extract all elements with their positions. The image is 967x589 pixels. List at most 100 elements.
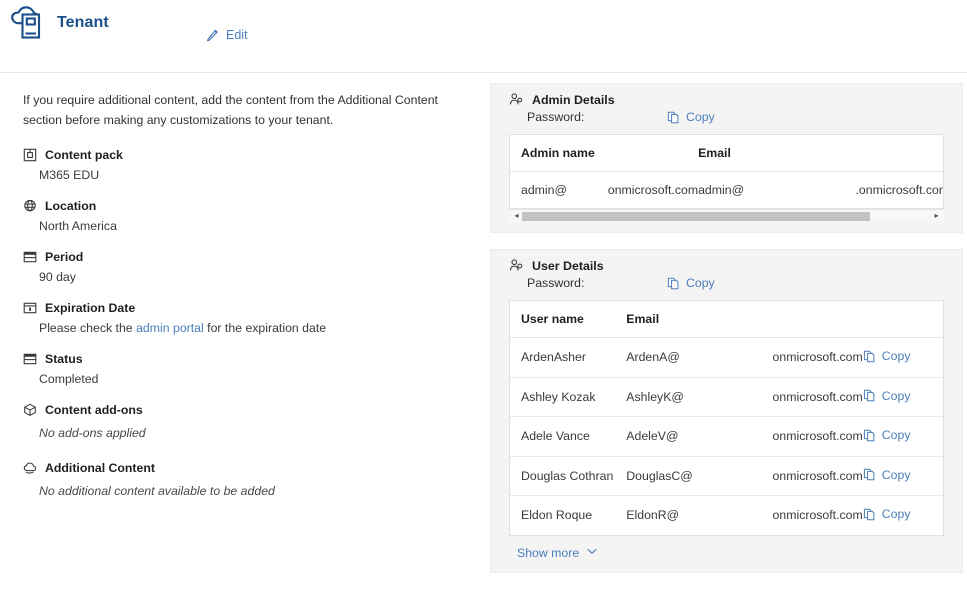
edit-label: Edit bbox=[226, 28, 248, 42]
field-header: Content pack bbox=[23, 148, 490, 162]
page-title: Tenant bbox=[57, 14, 109, 31]
show-more-label: Show more bbox=[517, 545, 580, 560]
page-header: Tenant Edit bbox=[0, 0, 967, 73]
cell-copy-action: Copy bbox=[862, 456, 943, 496]
pencil-icon bbox=[206, 28, 220, 42]
field-label: Content add-ons bbox=[45, 402, 143, 417]
calendar-icon bbox=[23, 352, 37, 366]
copy-icon bbox=[863, 468, 876, 481]
user-email-prefix: AshleyK@ bbox=[626, 389, 684, 404]
cell-user-name: Douglas Cothran bbox=[510, 456, 627, 496]
row-copy-button[interactable]: Copy bbox=[863, 428, 910, 442]
admin-name-prefix: admin@ bbox=[521, 183, 567, 197]
show-more-button[interactable]: Show more bbox=[517, 544, 598, 562]
table-header-row: User name Email bbox=[510, 301, 943, 338]
table-row: Eldon Roque EldonR@ onmicrosoft.com Copy bbox=[510, 495, 943, 535]
row-copy-button[interactable]: Copy bbox=[863, 507, 911, 521]
column-header-email: Email bbox=[626, 301, 863, 338]
table-row: Douglas Cothran DouglasC@ onmicrosoft.co… bbox=[510, 456, 943, 496]
row-copy-button[interactable]: Copy bbox=[863, 349, 911, 363]
admin-table-horizontal-scrollbar[interactable]: ◂ ▸ bbox=[509, 209, 944, 222]
field-value: Please check the admin portal for the ex… bbox=[39, 321, 490, 335]
user-email-prefix: AdeleV@ bbox=[626, 429, 679, 444]
package-box-icon bbox=[23, 148, 37, 162]
user-email-suffix: onmicrosoft.com bbox=[772, 468, 863, 483]
people-icon bbox=[509, 258, 524, 273]
row-copy-button[interactable]: Copy bbox=[863, 389, 910, 403]
user-password-label: Password: bbox=[527, 276, 585, 290]
edit-button[interactable]: Edit bbox=[206, 28, 248, 42]
expiration-text-after: for the expiration date bbox=[203, 320, 327, 335]
globe-icon bbox=[23, 199, 37, 213]
intro-text: If you require additional content, add t… bbox=[23, 93, 438, 127]
row-copy-label: Copy bbox=[881, 467, 911, 482]
header-divider bbox=[0, 72, 967, 73]
table-row: ArdenAsher ArdenA@ onmicrosoft.com Copy bbox=[510, 337, 943, 378]
cube-add-icon bbox=[23, 403, 37, 417]
table-row: Ashley Kozak AshleyK@ onmicrosoft.com Co… bbox=[510, 377, 943, 417]
user-email-prefix: ArdenA@ bbox=[626, 350, 680, 365]
field-value: North America bbox=[39, 218, 117, 233]
cell-copy-action: Copy bbox=[862, 416, 943, 457]
cell-admin-name: admin@ onmicrosoft.com bbox=[510, 171, 699, 208]
field-expiration-date: Expiration Date Please check the admin p… bbox=[23, 301, 490, 335]
copy-icon bbox=[667, 277, 680, 290]
copy-icon bbox=[863, 389, 876, 402]
field-location: Location North America bbox=[23, 199, 490, 233]
scrollbar-thumb[interactable] bbox=[522, 211, 870, 221]
field-period: Period 90 day bbox=[23, 250, 490, 284]
column-header-email: Email bbox=[698, 135, 943, 172]
scrollbar-track[interactable] bbox=[522, 211, 931, 222]
field-value: M365 EDU bbox=[39, 167, 100, 182]
scroll-right-arrow-icon[interactable]: ▸ bbox=[931, 212, 942, 220]
table-row: Adele Vance AdeleV@ onmicrosoft.com Copy bbox=[510, 416, 943, 457]
field-content-addons: Content add-ons No add-ons applied bbox=[23, 403, 490, 440]
admin-details-table: Admin name Email admin@ onmicrosoft.com bbox=[510, 135, 943, 208]
content-area: If you require additional content, add t… bbox=[0, 73, 967, 589]
user-details-header: User Details bbox=[509, 258, 944, 273]
row-copy-button[interactable]: Copy bbox=[863, 467, 911, 482]
calendar-event-icon bbox=[23, 301, 37, 315]
calendar-icon bbox=[23, 250, 37, 264]
user-details-panel: User Details Password: Copy User name Em… bbox=[490, 249, 963, 573]
admin-table-wrapper: Admin name Email admin@ onmicrosoft.com bbox=[509, 134, 944, 209]
field-header: Location bbox=[23, 199, 490, 213]
cell-copy-action: Copy bbox=[862, 337, 943, 378]
column-header-admin-name: Admin name bbox=[510, 135, 699, 172]
user-table-body: ArdenAsher ArdenA@ onmicrosoft.com Copy … bbox=[510, 337, 943, 535]
field-value: No add-ons applied bbox=[39, 425, 146, 440]
scroll-left-arrow-icon[interactable]: ◂ bbox=[511, 212, 522, 220]
cell-admin-email: admin@ .onmicrosoft.cor bbox=[698, 171, 943, 208]
admin-details-header: Admin Details bbox=[509, 92, 944, 107]
cell-copy-action: Copy bbox=[862, 495, 943, 535]
user-email-suffix: onmicrosoft.com bbox=[772, 389, 863, 404]
admin-email-prefix: admin@ bbox=[698, 183, 745, 197]
field-header: Period bbox=[23, 250, 490, 264]
field-header: Content add-ons bbox=[23, 403, 490, 417]
copy-icon bbox=[863, 429, 876, 442]
details-panels-column: Admin Details Password: Copy Admin name … bbox=[490, 73, 967, 589]
column-header-actions bbox=[862, 301, 943, 338]
user-email-suffix: onmicrosoft.com bbox=[772, 350, 863, 365]
row-copy-label: Copy bbox=[881, 507, 911, 521]
copy-icon bbox=[667, 111, 680, 124]
user-password-row: Password: Copy bbox=[527, 276, 944, 290]
chevron-down-icon bbox=[586, 544, 598, 562]
cell-user-name: Adele Vance bbox=[510, 416, 627, 457]
field-label: Period bbox=[45, 249, 84, 264]
row-copy-label: Copy bbox=[881, 349, 911, 363]
cloud-content-icon bbox=[23, 461, 37, 475]
field-label: Location bbox=[45, 198, 97, 213]
admin-copy-label: Copy bbox=[686, 110, 715, 124]
cloud-book-icon bbox=[8, 6, 46, 40]
field-additional-content: Additional Content No additional content… bbox=[23, 461, 490, 498]
user-email-suffix: onmicrosoft.com bbox=[772, 429, 863, 444]
admin-name-suffix: onmicrosoft.com bbox=[607, 183, 699, 197]
admin-password-copy-button[interactable]: Copy bbox=[667, 110, 715, 124]
admin-portal-link[interactable]: admin portal bbox=[136, 321, 204, 335]
user-password-copy-button[interactable]: Copy bbox=[667, 276, 715, 290]
cell-user-email: DouglasC@ onmicrosoft.com bbox=[626, 456, 863, 496]
table-row: admin@ onmicrosoft.com admin@ .onmicroso… bbox=[510, 171, 943, 208]
column-header-user-name: User name bbox=[510, 301, 627, 338]
cell-user-name: Ashley Kozak bbox=[510, 377, 627, 417]
